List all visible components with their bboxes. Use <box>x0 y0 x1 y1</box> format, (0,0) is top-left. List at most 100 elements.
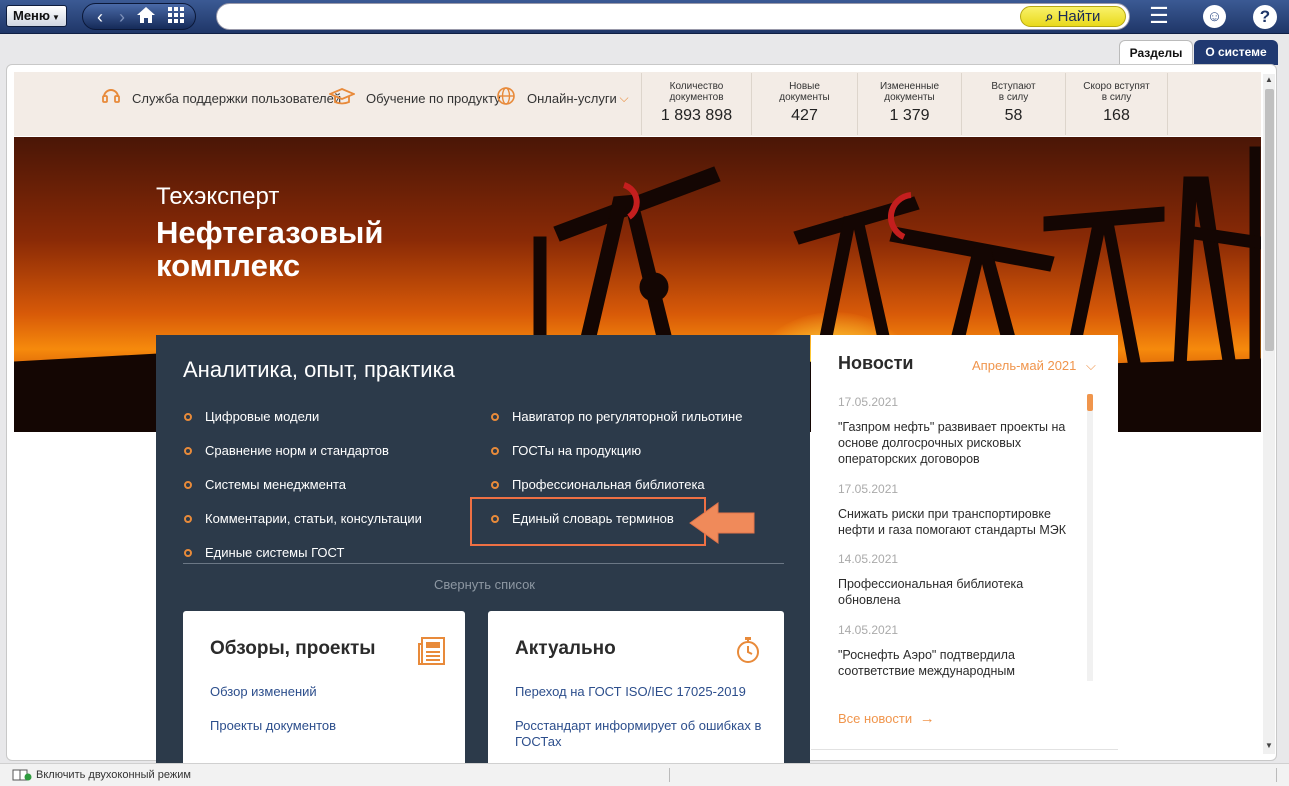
all-news-link[interactable]: Все новости → <box>838 710 935 727</box>
panel-link-digital-models[interactable]: Цифровые модели <box>205 409 319 424</box>
stat-value: 1 893 898 <box>660 107 733 124</box>
dual-window-icon[interactable] <box>12 769 32 781</box>
bullet-icon <box>184 413 192 421</box>
news-date: 17.05.2021 <box>838 395 899 409</box>
grid-icon[interactable] <box>165 6 187 29</box>
tab-about-system[interactable]: О системе <box>1194 40 1278 65</box>
card-link[interactable]: Росстандарт информирует об ошибках в ГОС… <box>515 718 765 750</box>
navigation-controls: ‹ › <box>82 3 196 30</box>
newspaper-icon <box>418 637 445 665</box>
stat-label: Измененные <box>879 81 940 92</box>
news-period-select[interactable]: Апрель-май 2021 ⌵ <box>972 358 1096 374</box>
scroll-up-icon[interactable]: ▲ <box>1265 75 1273 84</box>
stat-value: 58 <box>1004 107 1023 124</box>
stat-value: 427 <box>791 107 818 124</box>
panel-divider <box>183 563 784 564</box>
stat-label: Вступают <box>991 81 1036 92</box>
stat-value: 1 379 <box>889 107 930 124</box>
menu-label: Меню <box>13 8 51 23</box>
chevron-down-icon: ▼ <box>52 13 60 22</box>
panel-link-norms-comparison[interactable]: Сравнение норм и стандартов <box>205 443 389 458</box>
find-button[interactable]: ⌕ Найти <box>1020 6 1126 27</box>
panel-link-unified-gost[interactable]: Единые системы ГОСТ <box>205 545 344 560</box>
news-date: 14.05.2021 <box>838 552 899 566</box>
graduation-cap-icon <box>327 86 357 106</box>
news-scrollbar[interactable] <box>1087 394 1093 681</box>
training-link[interactable]: Обучение по продукту <box>366 91 501 106</box>
chevron-down-icon[interactable]: ⌵ <box>614 88 634 108</box>
pointer-arrow-icon <box>689 502 755 544</box>
card-title: Обзоры, проекты <box>210 638 376 659</box>
collapse-list-link[interactable]: Свернуть список <box>434 577 535 592</box>
news-scroll-thumb[interactable] <box>1087 394 1093 411</box>
stat-label: в силу <box>1101 92 1132 103</box>
card-title: Актуально <box>515 638 616 659</box>
panel-link-management-systems[interactable]: Системы менеджмента <box>205 477 346 492</box>
arrow-right-icon: → <box>919 710 935 727</box>
hamburger-menu-icon[interactable]: ☰ <box>1146 4 1172 28</box>
globe-icon <box>496 86 516 106</box>
stat-label: документы <box>779 92 830 103</box>
news-item-link[interactable]: Профессиональная библиотека обновлена <box>838 576 1068 608</box>
stopwatch-icon <box>737 637 759 663</box>
user-icon[interactable]: ☺ <box>1203 5 1226 28</box>
chevron-down-icon: ⌵ <box>1086 358 1096 373</box>
panel-link-professional-library[interactable]: Профессиональная библиотека <box>512 477 705 492</box>
panel-link-regulatory-guillotine[interactable]: Навигатор по регуляторной гильотине <box>512 409 742 424</box>
tab-sections[interactable]: Разделы <box>1119 40 1193 65</box>
panel-link-commentaries[interactable]: Комментарии, статьи, консультации <box>205 511 422 526</box>
stat-changed-documents[interactable]: Измененные документы 1 379 <box>857 73 961 135</box>
bullet-icon <box>491 413 499 421</box>
panel-link-product-gosts[interactable]: ГОСТы на продукцию <box>512 443 641 458</box>
highlight-box <box>470 497 706 546</box>
stat-value: 168 <box>1103 107 1130 124</box>
news-item-link[interactable]: Снижать риски при транспортировке нефти … <box>838 506 1068 538</box>
page-scroll-thumb[interactable] <box>1265 89 1274 351</box>
bullet-icon <box>491 481 499 489</box>
status-separator <box>669 768 670 782</box>
news-date: 14.05.2021 <box>838 623 899 637</box>
stat-label: Скоро вступят <box>1083 81 1150 92</box>
stat-label: документы <box>884 92 935 103</box>
bullet-icon <box>184 515 192 523</box>
forward-icon[interactable]: › <box>111 6 133 28</box>
bullet-icon <box>184 447 192 455</box>
stat-label: в силу <box>998 92 1029 103</box>
stat-label: Количество <box>669 81 724 92</box>
status-bar: Включить двухоконный режим <box>0 763 1289 786</box>
back-icon[interactable]: ‹ <box>89 6 111 28</box>
bullet-icon <box>184 549 192 557</box>
menu-button[interactable]: Меню ▼ <box>6 5 67 27</box>
card-link[interactable]: Проекты документов <box>210 718 336 734</box>
stat-coming-into-force[interactable]: Вступают в силу 58 <box>961 73 1065 135</box>
news-period-label: Апрель-май 2021 <box>972 358 1077 373</box>
status-separator <box>1276 768 1277 782</box>
search-icon: ⌕ <box>1045 8 1054 24</box>
card-link[interactable]: Переход на ГОСТ ISO/IEC 17025-2019 <box>515 684 765 700</box>
stat-label: Новые <box>789 81 820 92</box>
scroll-down-icon[interactable]: ▼ <box>1265 741 1273 750</box>
news-item-link[interactable]: "Роснефть Аэро" подтвердила соответствие… <box>838 647 1068 679</box>
stat-label: документов <box>669 92 724 103</box>
panel-title: Аналитика, опыт, практика <box>183 357 455 382</box>
banner-subtitle: Техэксперт <box>156 183 280 210</box>
support-link[interactable]: Служба поддержки пользователей <box>132 91 341 106</box>
stat-soon-into-force[interactable]: Скоро вступят в силу 168 <box>1065 73 1168 135</box>
card-link[interactable]: Обзор изменений <box>210 684 317 700</box>
news-item-link[interactable]: "Газпром нефть" развивает проекты на осн… <box>838 419 1068 467</box>
online-services-link[interactable]: Онлайн-услуги <box>527 91 617 106</box>
all-news-label: Все новости <box>838 711 913 726</box>
home-icon[interactable] <box>135 6 157 29</box>
stat-total-documents[interactable]: Количество документов 1 893 898 <box>641 73 751 135</box>
search-input[interactable]: ⌕ Найти <box>216 3 1130 30</box>
dual-window-toggle[interactable]: Включить двухоконный режим <box>36 769 191 781</box>
headset-icon <box>101 86 121 106</box>
help-icon[interactable]: ? <box>1253 5 1277 29</box>
top-toolbar: Меню ▼ ‹ › ⌕ Найти ☰ ☺ ? <box>0 0 1289 34</box>
stat-new-documents[interactable]: Новые документы 427 <box>751 73 857 135</box>
banner-title: Нефтегазовый комплекс <box>156 215 384 283</box>
news-title: Новости <box>838 353 914 373</box>
bullet-icon <box>184 481 192 489</box>
find-label: Найти <box>1057 8 1101 25</box>
news-date: 17.05.2021 <box>838 482 899 496</box>
